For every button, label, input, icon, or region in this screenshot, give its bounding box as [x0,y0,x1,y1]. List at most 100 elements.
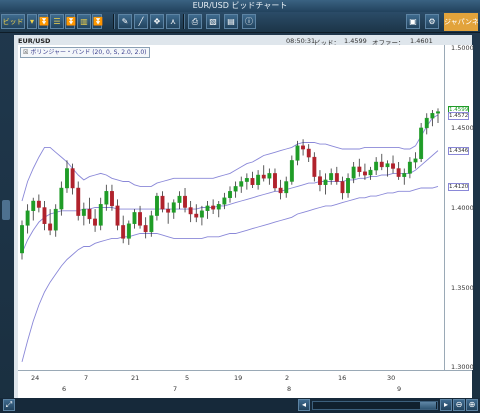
bear-candle [188,207,193,215]
bull-candle [216,204,221,210]
scroll-left-button[interactable]: ◂ [298,399,310,411]
offer-value: 1.4601 [410,37,433,45]
server-time: 08:50:31 [286,37,316,45]
bull-candle [295,145,300,161]
chevron-down-icon[interactable]: ⏬ [65,14,76,29]
month-label: 8 [287,385,292,393]
symbol-label: EUR/USD [18,37,51,45]
bear-candle [391,163,395,169]
scrollbar-thumb[interactable] [420,402,436,409]
candlestick-chart [20,108,440,363]
bull-candle [171,202,176,213]
bull-candle [104,191,109,205]
bull-candle [154,195,159,216]
bull-candle [233,186,238,192]
bull-candle [351,166,356,179]
indicator-close-icon[interactable]: ☒ [23,49,28,56]
bull-candle [267,173,272,179]
month-label: 9 [397,385,402,393]
chevron-down-icon[interactable]: ⏬ [92,14,103,29]
day-label: 24 [31,374,40,382]
bull-candle [368,169,373,176]
bear-candle [138,212,143,226]
bull-candle [329,173,334,181]
bear-candle [261,174,266,179]
line-tools-icon[interactable]: ⋏ [166,14,180,29]
month-label: 6 [62,385,67,393]
print-icon[interactable]: ⎙ [188,14,202,29]
bull-candle [407,161,412,174]
bear-candle [194,213,199,218]
bear-candle [363,171,367,176]
bull-candle [402,173,407,177]
price-label: 1.3500 [451,284,474,292]
day-label: 16 [338,374,347,382]
indicator-legend[interactable]: ☒ ボリンジャー・バンド (20, 0, S, 2.0, 2.0) [20,47,150,58]
bear-candle [76,187,81,216]
bull-candle [53,208,58,231]
bid-offer-toggle[interactable]: ビッド [1,14,25,29]
toolbar: ビッド ▾ ⏬ ☰ ⏬ ▥ ⏬ ✎ ╱ ✥ ⋏ ⎙ ▧ ▤ ⓘ ▣ ⚙ [0,12,480,33]
bid-dropdown-button[interactable]: ▾ [27,14,37,29]
bear-candle [272,173,277,189]
scroll-right-button[interactable]: ▸ [440,399,452,411]
monitor-icon[interactable]: ▣ [406,14,420,29]
bear-candle [340,181,345,194]
bear-candle [301,145,305,150]
bear-candle [312,156,317,177]
bull-candle [205,205,210,211]
bull-candle [126,223,131,239]
window-title: EUR/USD ビッドチャート [192,1,288,10]
bull-candle [25,210,30,226]
trendline-icon[interactable]: ╱ [134,14,148,29]
bull-candle [149,215,154,233]
bear-candle [121,225,126,239]
bull-candle [436,111,440,114]
side-panel-handle[interactable] [2,200,10,220]
bull-candle [98,204,103,226]
chevron-down-icon[interactable]: ⏬ [38,14,49,29]
fullscreen-icon[interactable]: ⤢ [3,399,15,411]
bull-candle [430,113,435,119]
day-label: 30 [387,374,396,382]
day-label: 2 [285,374,290,382]
bull-candle [256,174,261,186]
time-axis[interactable]: 24 7 21 5 19 2 16 30 6 7 8 9 [18,370,472,398]
bull-candle [222,197,227,205]
settings-icon[interactable]: ⚙ [425,14,439,29]
indicator-name: ボリンジャー・バンド (20, 0, S, 2.0, 2.0) [30,49,147,56]
pen-icon[interactable]: ✎ [118,14,132,29]
zoom-out-icon[interactable]: ⊖ [453,399,465,411]
day-label: 19 [234,374,243,382]
crosshair-icon[interactable]: ✥ [150,14,164,29]
mid-band-marker: 1.4346 [448,147,470,155]
save-icon[interactable]: ▤ [224,14,238,29]
bull-candle [346,178,350,194]
month-label: 7 [173,385,178,393]
bull-candle [419,127,424,160]
bear-candle [166,208,171,213]
price-axis[interactable]: 1.5000 1.4500 1.4000 1.3500 1.3000 1.459… [444,44,474,371]
info-icon[interactable]: ⓘ [242,14,256,29]
bear-candle [48,223,53,231]
bull-candle [284,181,289,194]
zoom-in-icon[interactable]: ⊕ [466,399,478,411]
list-icon[interactable]: ☰ [50,14,64,29]
bull-candle [239,181,244,187]
bull-candle [199,210,204,218]
bull-candle [323,179,328,185]
price-plot-area[interactable]: ☒ ボリンジャー・バンド (20, 0, S, 2.0, 2.0) [18,45,444,370]
bull-candle [59,187,64,210]
bid-value: 1.4599 [344,37,367,45]
bear-candle [36,200,41,208]
bear-candle [109,191,114,207]
bear-candle [334,173,339,182]
bear-candle [379,161,384,168]
lower-band-marker: 1.4120 [448,183,470,191]
chart-image-icon[interactable]: ▧ [206,14,220,29]
bear-candle [160,195,165,210]
candle-icon[interactable]: ▥ [77,14,91,29]
upper-band-marker: 1.4572 [448,112,470,120]
bear-candle [357,166,362,173]
day-label: 5 [185,374,190,382]
